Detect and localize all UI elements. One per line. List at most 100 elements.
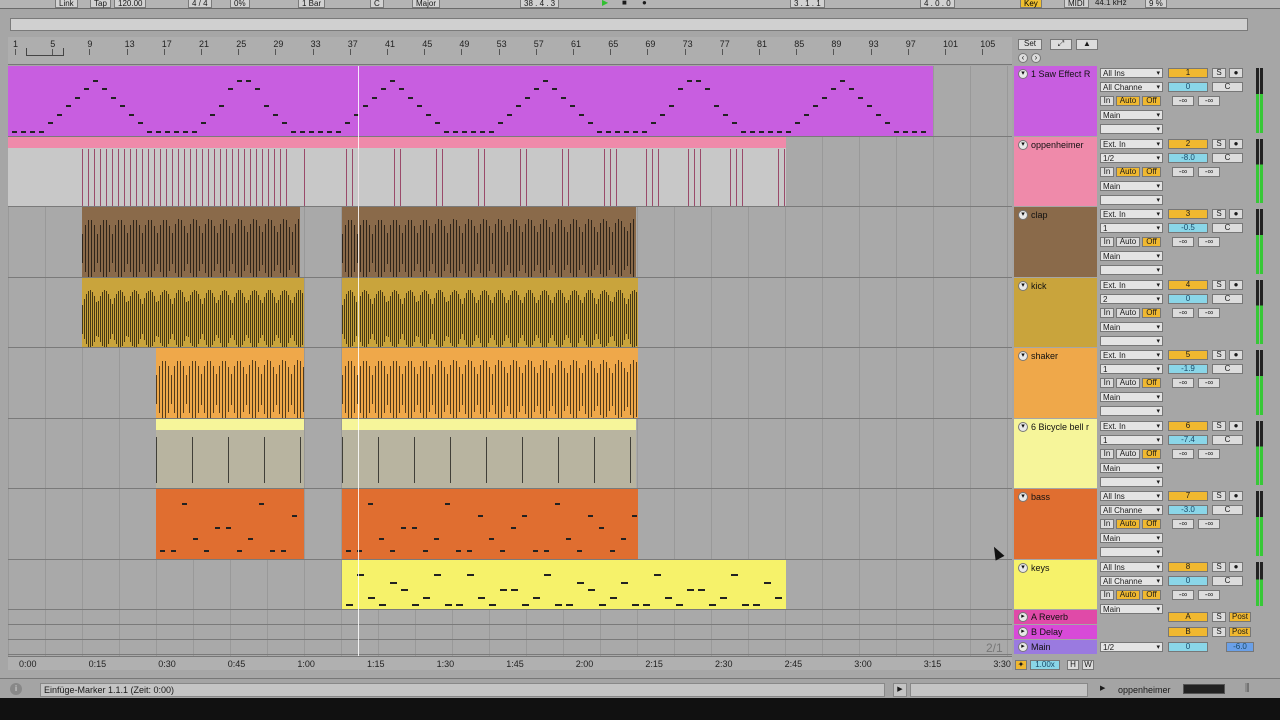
fold-icon[interactable]: ▾: [1018, 69, 1028, 79]
track-name[interactable]: ▾ keys: [1014, 560, 1097, 609]
input-type-dropdown[interactable]: Ext. In: [1100, 280, 1163, 290]
send-a-field[interactable]: -∞: [1172, 96, 1194, 106]
arm-button[interactable]: ●: [1229, 491, 1243, 501]
input-channel-dropdown[interactable]: 1: [1100, 435, 1163, 445]
monitor-in-button[interactable]: In: [1100, 449, 1114, 459]
clip-header[interactable]: [82, 278, 304, 289]
fold-icon[interactable]: ▾: [1018, 422, 1028, 432]
send-b-field[interactable]: -∞: [1198, 449, 1220, 459]
monitor-in-button[interactable]: In: [1100, 96, 1114, 106]
track-lane[interactable]: [8, 137, 1012, 207]
record-icon[interactable]: ●: [642, 0, 647, 8]
fold-icon[interactable]: ▾: [1018, 492, 1028, 502]
fold-icon[interactable]: ▸: [1018, 612, 1028, 622]
fold-icon[interactable]: ▸: [1018, 627, 1028, 637]
fold-icon[interactable]: ▾: [1018, 351, 1028, 361]
nav-forward-icon[interactable]: ›: [1031, 53, 1041, 63]
fold-icon[interactable]: ▾: [1018, 140, 1028, 150]
arm-button[interactable]: ●: [1229, 68, 1243, 78]
track-activator-button[interactable]: 4: [1168, 280, 1208, 290]
clip-header[interactable]: [342, 560, 786, 571]
return-activator-button[interactable]: B: [1168, 627, 1208, 637]
output-channel-dropdown[interactable]: [1100, 265, 1163, 275]
output-channel-dropdown[interactable]: [1100, 195, 1163, 205]
clip-header[interactable]: [342, 348, 638, 359]
input-type-dropdown[interactable]: Ext. In: [1100, 421, 1163, 431]
arm-button[interactable]: ●: [1229, 280, 1243, 290]
post-button[interactable]: Post: [1229, 627, 1251, 637]
set-button[interactable]: Set: [1018, 39, 1042, 50]
arm-button[interactable]: ●: [1229, 209, 1243, 219]
play-icon[interactable]: ▶: [602, 0, 608, 8]
link-button[interactable]: Link: [55, 0, 78, 8]
clip-header[interactable]: [342, 207, 636, 218]
track-activator-button[interactable]: 7: [1168, 491, 1208, 501]
solo-button[interactable]: S: [1212, 491, 1226, 501]
input-channel-dropdown[interactable]: All Channe: [1100, 576, 1163, 586]
monitor-in-button[interactable]: In: [1100, 590, 1114, 600]
solo-button[interactable]: S: [1212, 209, 1226, 219]
post-button[interactable]: Post: [1229, 612, 1251, 622]
clip[interactable]: [8, 66, 933, 136]
clip[interactable]: [342, 419, 636, 488]
volume-field[interactable]: -7.4: [1168, 435, 1208, 445]
track-activator-button[interactable]: 3: [1168, 209, 1208, 219]
track-play-icon[interactable]: ▶: [1100, 684, 1105, 692]
track-name[interactable]: ▾ 6 Bicycle bell r: [1014, 419, 1097, 488]
output-channel-dropdown[interactable]: [1100, 477, 1163, 487]
lock-icon[interactable]: ▲: [1076, 39, 1098, 50]
fold-icon[interactable]: ▾: [1018, 210, 1028, 220]
monitor-in-button[interactable]: In: [1100, 308, 1114, 318]
master-volume-field[interactable]: -6.0: [1226, 642, 1254, 652]
midi-map-button[interactable]: MIDI: [1064, 0, 1089, 8]
loop-start-field[interactable]: 3 . 1 . 1: [790, 0, 825, 8]
monitor-auto-button[interactable]: Auto: [1116, 96, 1140, 106]
monitor-in-button[interactable]: In: [1100, 378, 1114, 388]
volume-field[interactable]: 0: [1168, 82, 1208, 92]
monitor-auto-button[interactable]: Auto: [1116, 519, 1140, 529]
w-button[interactable]: W: [1082, 660, 1094, 670]
monitor-in-button[interactable]: In: [1100, 519, 1114, 529]
input-channel-dropdown[interactable]: 1: [1100, 223, 1163, 233]
monitor-in-button[interactable]: In: [1100, 237, 1114, 247]
mixer-icon[interactable]: ⫼: [1245, 683, 1250, 694]
clip-header[interactable]: [342, 278, 638, 289]
output-channel-dropdown[interactable]: [1100, 547, 1163, 557]
monitor-off-button[interactable]: Off: [1142, 590, 1161, 600]
monitor-auto-button[interactable]: Auto: [1116, 378, 1140, 388]
return-lane[interactable]: [8, 640, 1012, 655]
pan-field[interactable]: C: [1212, 294, 1243, 304]
solo-button[interactable]: S: [1212, 421, 1226, 431]
send-a-field[interactable]: -∞: [1172, 519, 1194, 529]
output-channel-dropdown[interactable]: [1100, 336, 1163, 346]
time-signature-field[interactable]: 4 / 4: [188, 0, 212, 8]
main-output-dropdown[interactable]: 1/2: [1100, 642, 1163, 652]
monitor-auto-button[interactable]: Auto: [1116, 308, 1140, 318]
volume-field[interactable]: -3.0: [1168, 505, 1208, 515]
clip-header[interactable]: [8, 66, 933, 77]
input-type-dropdown[interactable]: All Ins: [1100, 68, 1163, 78]
send-a-field[interactable]: -∞: [1172, 167, 1194, 177]
main-volume-field[interactable]: 0: [1168, 642, 1208, 652]
input-channel-dropdown[interactable]: 1/2: [1100, 153, 1163, 163]
stop-icon[interactable]: ■: [622, 0, 627, 8]
clip[interactable]: [156, 419, 304, 488]
send-b-field[interactable]: -∞: [1198, 237, 1220, 247]
return-activator-button[interactable]: A: [1168, 612, 1208, 622]
input-channel-dropdown[interactable]: 1: [1100, 364, 1163, 374]
volume-field[interactable]: -1.9: [1168, 364, 1208, 374]
pan-field[interactable]: C: [1212, 82, 1243, 92]
output-dropdown[interactable]: Main: [1100, 322, 1163, 332]
monitor-auto-button[interactable]: Auto: [1116, 237, 1140, 247]
bar-ruler[interactable]: 1 5 9 13 17 21 25 29 33 37 41 45 49 53 57 61 65 69 73 77 81 8…: [8, 37, 1012, 65]
clip[interactable]: [156, 348, 304, 418]
output-dropdown[interactable]: Main: [1100, 181, 1163, 191]
pan-field[interactable]: C: [1212, 153, 1243, 163]
output-dropdown[interactable]: Main: [1100, 533, 1163, 543]
send-b-field[interactable]: -∞: [1198, 519, 1220, 529]
clip[interactable]: [156, 489, 304, 559]
input-type-dropdown[interactable]: All Ins: [1100, 491, 1163, 501]
solo-button[interactable]: S: [1212, 612, 1226, 622]
clip[interactable]: [82, 278, 304, 347]
clip[interactable]: [342, 560, 786, 609]
